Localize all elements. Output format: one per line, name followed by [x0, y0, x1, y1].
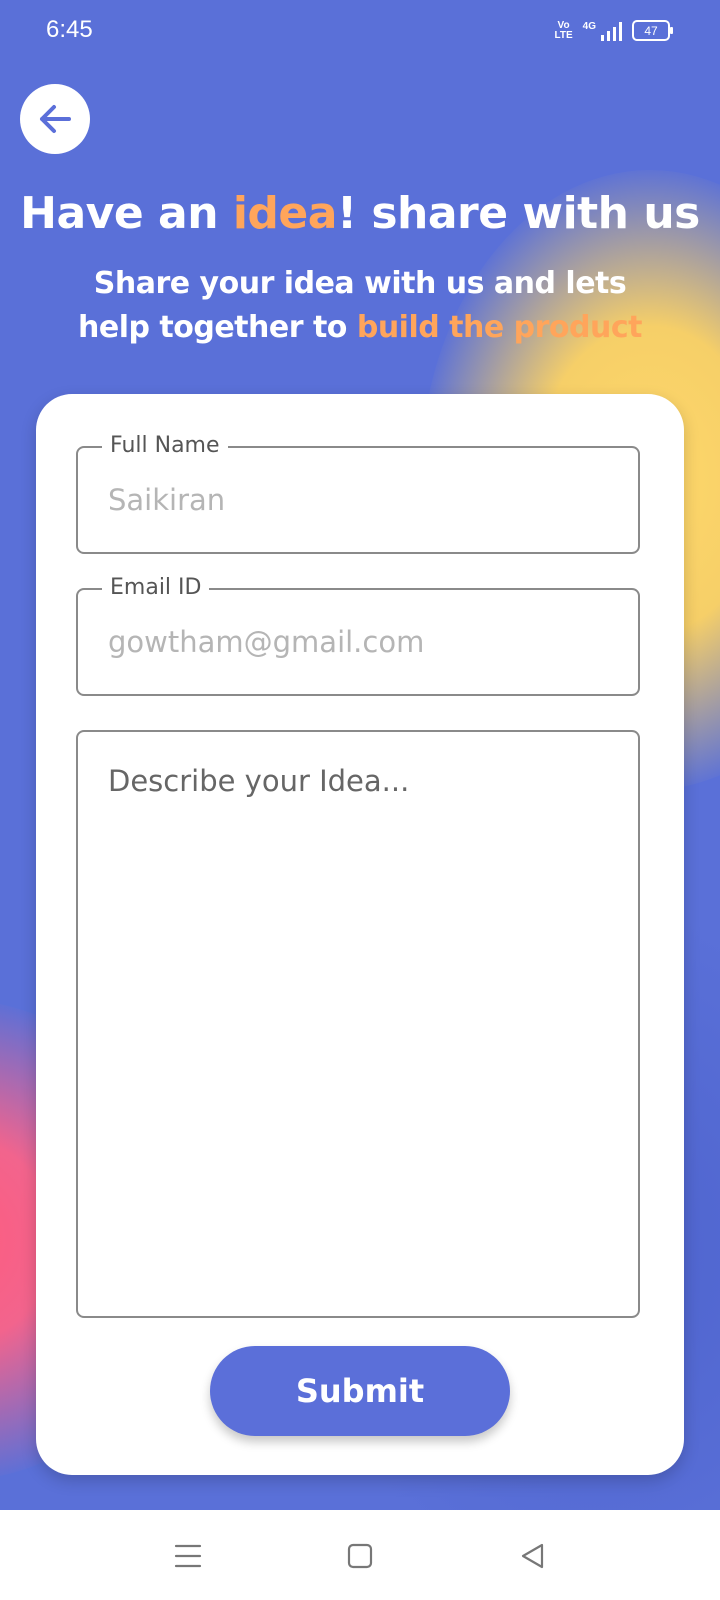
nav-home-button[interactable]	[340, 1538, 380, 1574]
network-type: 4G	[582, 20, 596, 32]
signal-icon: 4G	[583, 21, 622, 41]
status-icons: Vo LTE 4G 47	[554, 19, 673, 41]
system-nav-bar	[0, 1510, 720, 1600]
submit-button[interactable]: Submit	[210, 1346, 510, 1436]
app-screen: 6:45 Vo LTE 4G 47 Have an idea! share wi…	[0, 0, 720, 1510]
volte-icon: Vo LTE	[554, 19, 573, 41]
square-home-icon	[347, 1543, 373, 1569]
email-input[interactable]	[108, 620, 608, 664]
arrow-left-icon	[40, 105, 71, 133]
full-name-label: Full Name	[102, 434, 228, 458]
nav-menu-button[interactable]	[168, 1538, 208, 1574]
triangle-back-icon	[521, 1543, 544, 1569]
form-card: Full Name Email ID Submit	[36, 394, 684, 1475]
back-button[interactable]	[20, 84, 90, 154]
nav-back-button[interactable]	[512, 1538, 552, 1574]
subtitle-accent: build the product	[356, 310, 643, 345]
full-name-input[interactable]	[108, 478, 608, 522]
email-field: Email ID	[76, 576, 640, 696]
battery-level: 47	[644, 23, 658, 38]
status-time: 6:45	[46, 16, 93, 43]
battery-icon: 47	[632, 20, 673, 41]
idea-field	[76, 730, 640, 1318]
email-label: Email ID	[102, 576, 210, 600]
page-subtitle: Share your idea with us and lets help to…	[77, 266, 643, 345]
full-name-field: Full Name	[76, 434, 640, 554]
idea-textarea[interactable]	[108, 764, 608, 1284]
title-accent: idea	[232, 188, 338, 239]
status-bar: 6:45 Vo LTE 4G 47	[0, 0, 720, 64]
page-title: Have an idea! share with us	[20, 188, 700, 239]
menu-icon	[174, 1544, 202, 1568]
